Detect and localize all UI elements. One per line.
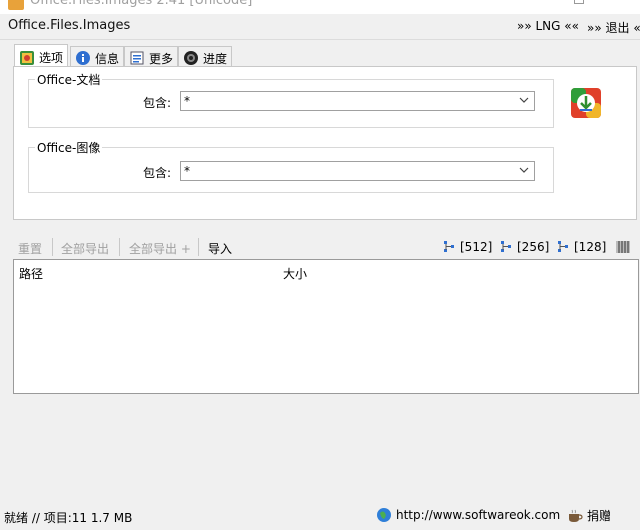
tab-info-label: 信息 <box>95 51 120 66</box>
tab-more[interactable]: 更多 <box>124 46 179 67</box>
docs-include-label: 包含: <box>143 96 172 110</box>
globe-icon <box>377 508 391 522</box>
export-all-plus-button[interactable]: 全部导出 + <box>129 240 191 257</box>
menu-bar: Office.Files.Images »» LNG «« »» 退出 «« <box>0 14 640 40</box>
office-docs-group: Office-文档 包含: * <box>28 71 554 128</box>
chevron-down-icon[interactable] <box>516 92 532 110</box>
maximize-button[interactable] <box>574 0 584 4</box>
images-include-label: 包含: <box>143 166 172 180</box>
size-128-button[interactable]: [128] <box>556 240 606 254</box>
coffee-cup-icon <box>569 509 583 522</box>
info-icon <box>75 50 91 66</box>
reset-button[interactable]: 重置 <box>18 240 42 257</box>
exit-menu[interactable]: »» 退出 «« <box>587 19 640 36</box>
columns-icon[interactable] <box>616 240 630 254</box>
docs-include-value: * <box>184 94 190 108</box>
size-512-label: [512] <box>460 240 493 254</box>
size-512-button[interactable]: [512] <box>442 240 492 254</box>
toolbar-separator <box>198 238 199 256</box>
tree-icon <box>501 241 511 252</box>
tab-progress[interactable]: 进度 <box>178 46 233 67</box>
toolbar-separator <box>52 238 53 256</box>
status-bar: 就绪 // 项目:11 1.7 MB http://www.softwareok… <box>0 504 640 530</box>
options-panel: Office-文档 包含: * Office-图像 包含: * <box>13 66 637 220</box>
size-256-button[interactable]: [256] <box>499 240 549 254</box>
tab-options-label: 选项 <box>39 51 64 65</box>
size-128-label: [128] <box>574 240 607 254</box>
tab-progress-label: 进度 <box>203 51 228 66</box>
language-menu[interactable]: »» LNG «« <box>517 19 579 33</box>
tab-more-label: 更多 <box>149 51 174 66</box>
status-text: 就绪 // 项目:11 1.7 MB <box>4 511 133 525</box>
images-include-combo[interactable]: * <box>180 161 535 181</box>
tab-info[interactable]: 信息 <box>70 46 125 67</box>
office-images-group: Office-图像 包含: * <box>28 139 554 193</box>
app-icon <box>8 0 24 10</box>
images-include-value: * <box>184 164 190 178</box>
options-icon <box>19 50 35 66</box>
donate-button[interactable]: 捐赠 <box>567 507 611 524</box>
size-256-label: [256] <box>517 240 550 254</box>
office-docs-legend: Office-文档 <box>35 71 103 88</box>
app-logo-icon <box>570 87 602 119</box>
action-toolbar: 重置 全部导出 全部导出 + 导入 [512] [256] [128] <box>14 238 640 258</box>
brand-label: Office.Files.Images <box>8 18 131 33</box>
donate-label: 捐赠 <box>587 509 612 523</box>
tab-options[interactable]: 选项 <box>14 44 69 68</box>
export-all-button[interactable]: 全部导出 <box>61 240 109 257</box>
more-icon <box>129 50 145 66</box>
column-header-path[interactable]: 路径 <box>19 265 43 282</box>
website-url: http://www.softwareok.com <box>396 508 561 522</box>
import-button[interactable]: 导入 <box>208 240 232 257</box>
website-link[interactable]: http://www.softwareok.com <box>376 507 560 523</box>
window-title: Office.Files.Images 2.41 [Unicode] <box>30 0 253 8</box>
tree-icon <box>558 241 568 252</box>
toolbar-separator <box>119 238 120 256</box>
file-list[interactable]: 路径 大小 <box>13 259 639 394</box>
tree-icon <box>444 241 454 252</box>
title-bar: Office.Files.Images 2.41 [Unicode] <box>0 0 640 14</box>
office-images-legend: Office-图像 <box>35 139 103 156</box>
docs-include-combo[interactable]: * <box>180 91 535 111</box>
chevron-down-icon[interactable] <box>516 162 532 180</box>
progress-icon <box>183 50 199 66</box>
column-header-size[interactable]: 大小 <box>283 265 307 282</box>
